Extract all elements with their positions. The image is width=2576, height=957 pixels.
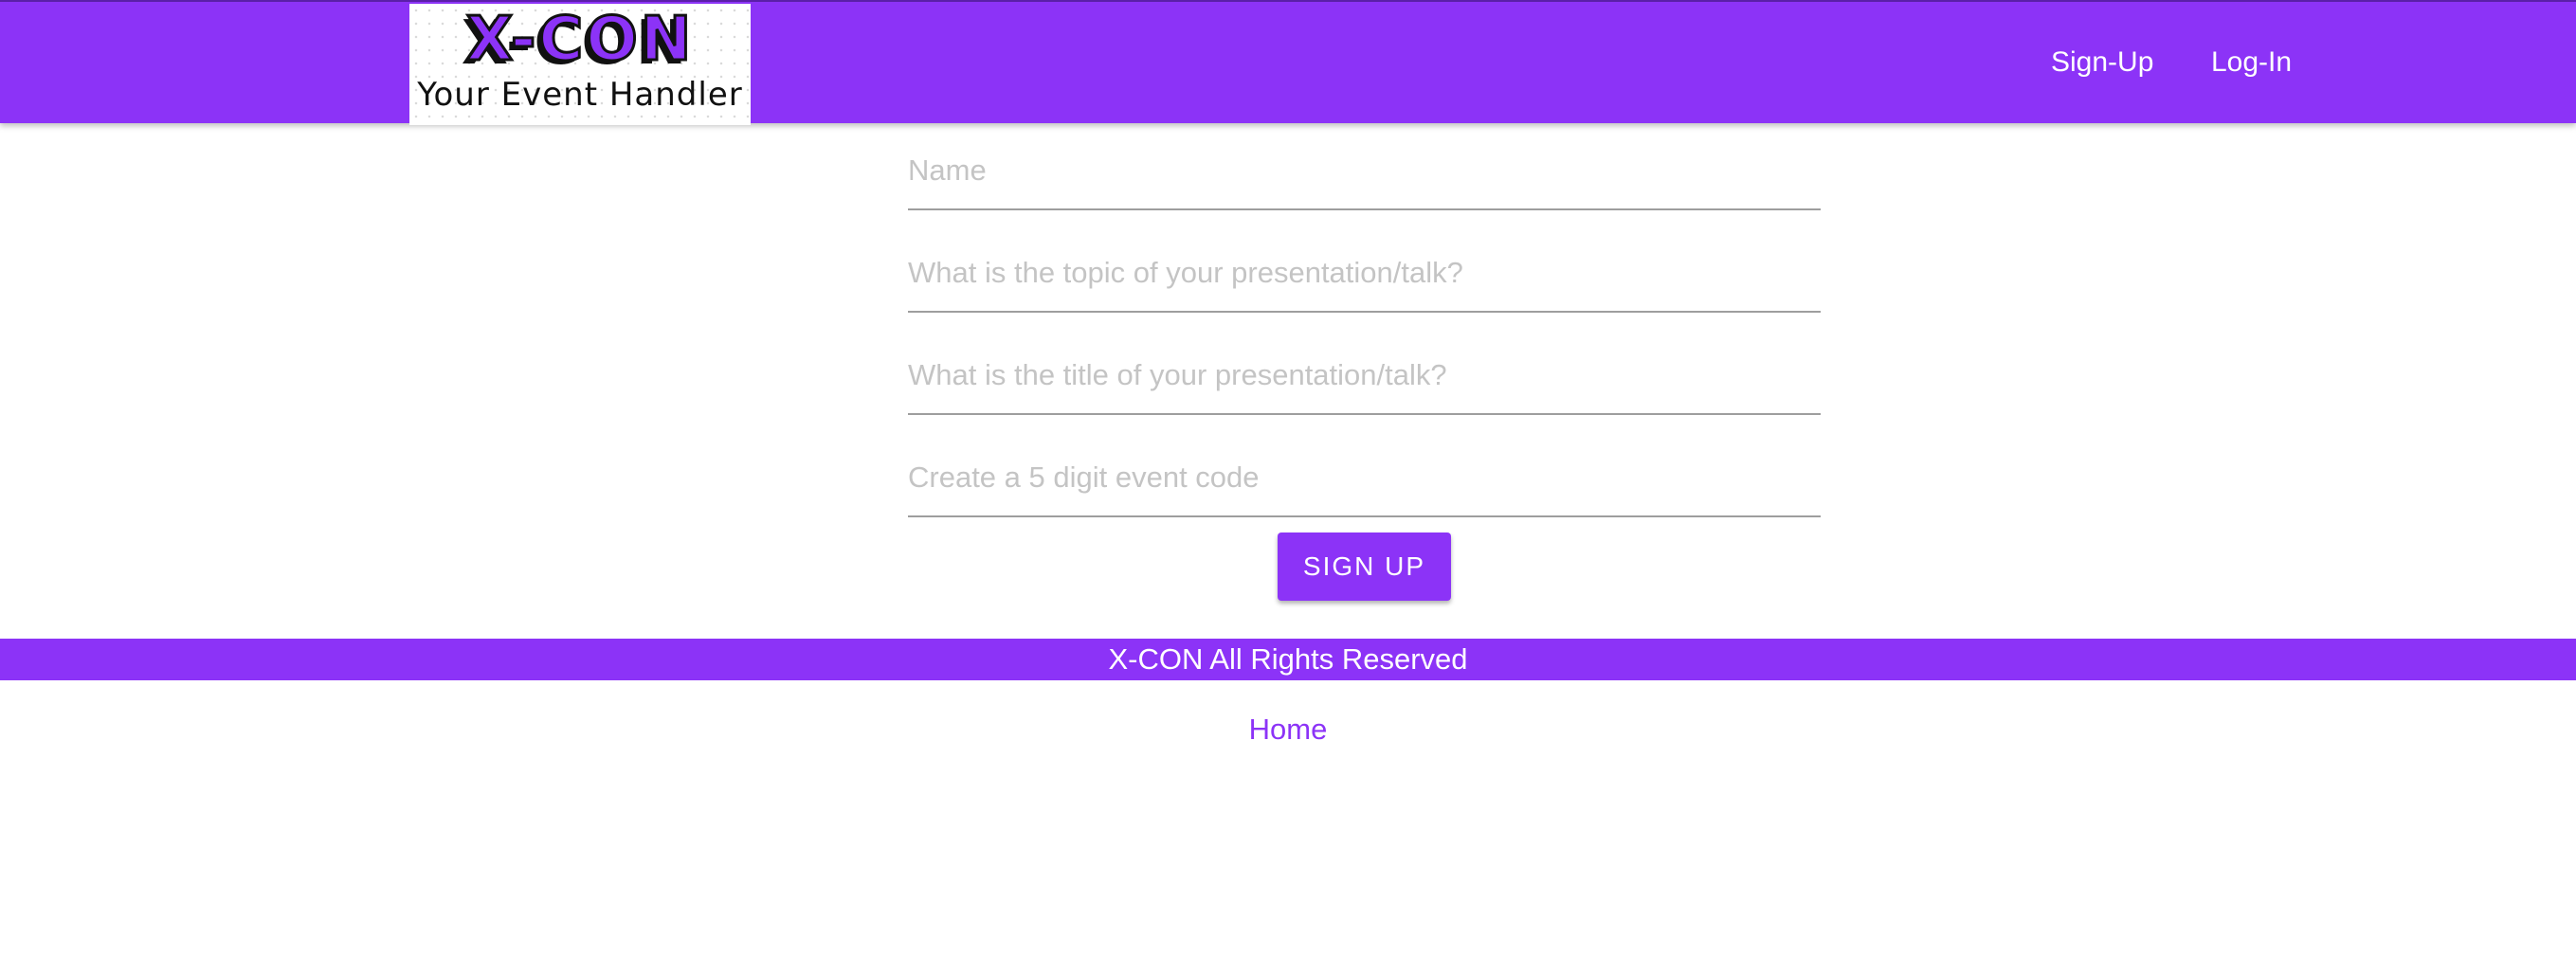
name-input[interactable]	[908, 133, 1821, 210]
topic-field-wrapper	[908, 235, 1821, 337]
title-field-wrapper	[908, 337, 1821, 440]
logo-title: X-CON	[464, 5, 695, 76]
name-field-wrapper	[908, 133, 1821, 235]
nav-login-link[interactable]: Log-In	[2211, 44, 2292, 81]
logo-subtitle: Your Event Handler	[417, 76, 743, 114]
home-link-container: Home	[0, 711, 2576, 749]
speaker-signup-form	[908, 133, 1821, 542]
footer-copyright: X-CON All Rights Reserved	[1108, 642, 1468, 676]
nav-signup-link[interactable]: Sign-Up	[2051, 44, 2153, 81]
home-link[interactable]: Home	[1249, 713, 1328, 746]
sign-up-button[interactable]: SIGN UP	[1278, 533, 1451, 601]
xcon-logo[interactable]: X-CON Your Event Handler	[409, 4, 751, 125]
topic-input[interactable]	[908, 235, 1821, 313]
talk-title-input[interactable]	[908, 337, 1821, 415]
event-code-input[interactable]	[908, 440, 1821, 517]
top-navbar: X-CON Your Event Handler Sign-Up Log-In	[0, 0, 2576, 125]
footer-bar: X-CON All Rights Reserved	[0, 639, 2576, 680]
event-code-field-wrapper	[908, 440, 1821, 542]
